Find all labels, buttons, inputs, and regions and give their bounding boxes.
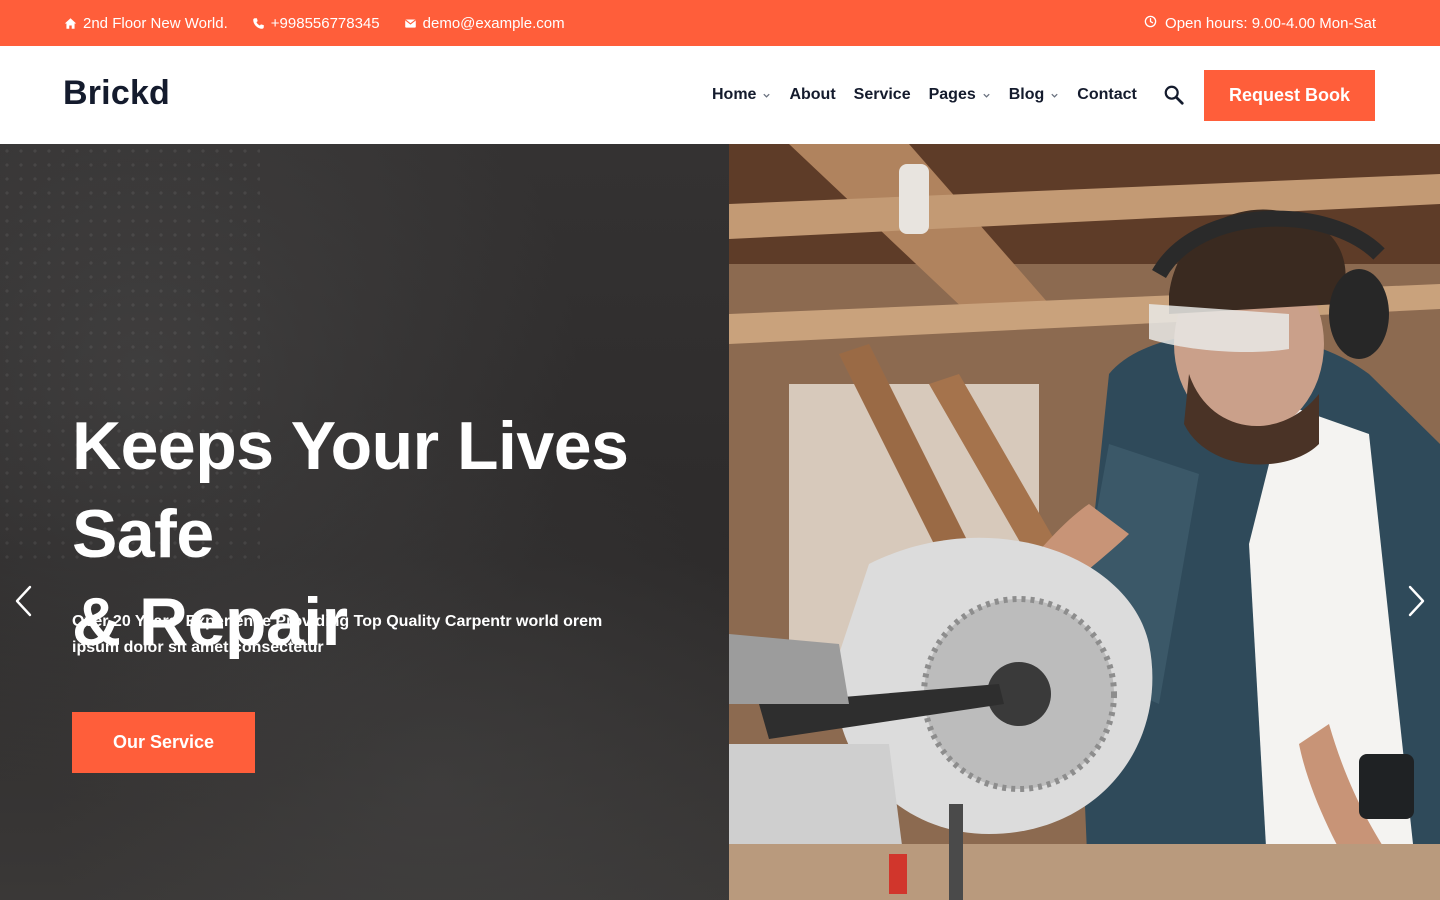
chevron-right-icon[interactable]	[1404, 584, 1428, 618]
nav-label-blog[interactable]: Blog	[1009, 86, 1045, 104]
nav-item-about[interactable]: About	[789, 86, 835, 104]
chevron-down-icon	[982, 91, 991, 100]
nav-item-home[interactable]: Home	[712, 86, 771, 104]
mail-icon	[404, 17, 417, 30]
top-contact-group: 2nd Floor New World. +998556778345 demo@…	[64, 0, 565, 46]
chevron-down-icon	[1050, 91, 1059, 100]
hours-text: Open hours: 9.00-4.00 Mon-Sat	[1165, 14, 1376, 32]
hero-title-line-1: Keeps Your Lives Safe	[72, 408, 629, 572]
opening-hours: Open hours: 9.00-4.00 Mon-Sat	[1144, 0, 1376, 46]
nav-label-home[interactable]: Home	[712, 86, 756, 104]
main-nav: Home About Service Pages Blog Contact	[712, 46, 1137, 144]
phone-icon	[252, 17, 265, 30]
our-service-button[interactable]: Our Service	[72, 712, 255, 773]
hero-image	[729, 144, 1440, 900]
phone-item[interactable]: +998556778345	[252, 15, 380, 32]
nav-item-service[interactable]: Service	[854, 86, 911, 104]
hero-slider: Keeps Your Lives Safe & Repair Over 20 Y…	[0, 144, 1440, 900]
top-info-bar: 2nd Floor New World. +998556778345 demo@…	[0, 0, 1440, 46]
site-logo[interactable]: Brickd	[63, 74, 170, 113]
clock-icon	[1144, 15, 1157, 32]
chevron-down-icon	[762, 91, 771, 100]
site-header: Brickd Home About Service Pages Blog Con…	[0, 46, 1440, 144]
nav-label-pages[interactable]: Pages	[929, 86, 976, 104]
nav-label-service[interactable]: Service	[854, 86, 911, 104]
home-icon	[64, 17, 77, 30]
phone-text[interactable]: +998556778345	[271, 15, 380, 32]
email-item[interactable]: demo@example.com	[404, 15, 565, 32]
chevron-left-icon[interactable]	[12, 584, 36, 618]
request-book-button[interactable]: Request Book	[1204, 70, 1375, 121]
carpenter-photo	[729, 144, 1440, 900]
nav-item-pages[interactable]: Pages	[929, 86, 991, 104]
nav-label-contact[interactable]: Contact	[1077, 86, 1137, 104]
search-icon[interactable]	[1163, 84, 1185, 106]
hero-subtitle: Over 20 Years’ Experience Providing Top …	[72, 613, 603, 656]
address-text: 2nd Floor New World.	[83, 14, 228, 32]
nav-item-contact[interactable]: Contact	[1077, 86, 1137, 104]
address-item: 2nd Floor New World.	[64, 15, 228, 32]
nav-label-about[interactable]: About	[789, 86, 835, 104]
email-text[interactable]: demo@example.com	[423, 15, 565, 32]
nav-item-blog[interactable]: Blog	[1009, 86, 1060, 104]
